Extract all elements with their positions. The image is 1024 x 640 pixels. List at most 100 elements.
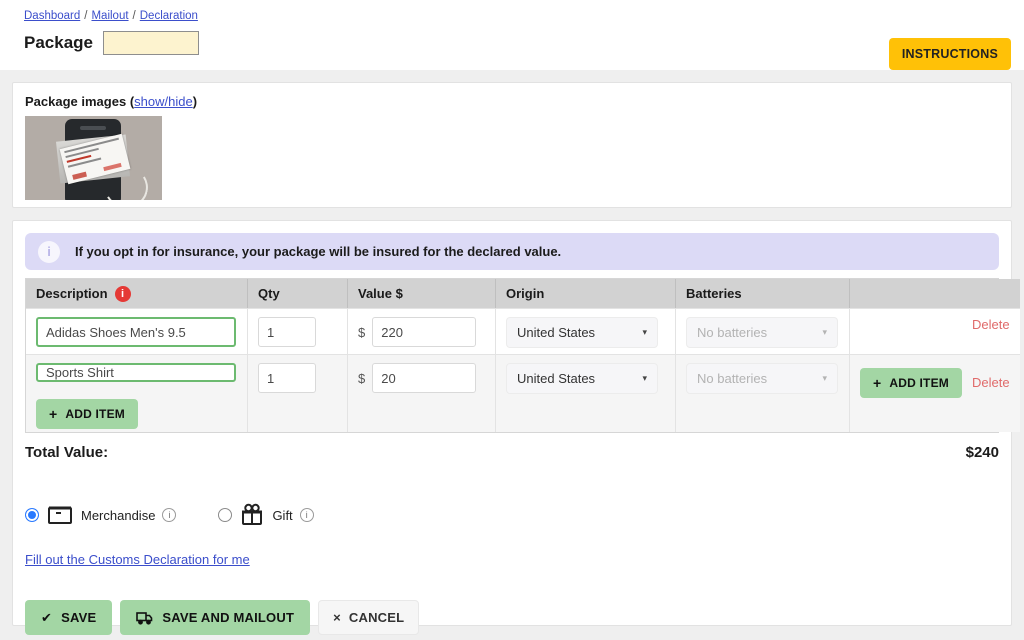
insurance-info-banner: i If you opt in for insurance, your pack…	[25, 233, 999, 270]
paren-close: )	[193, 94, 197, 109]
total-value-row: Total Value: $240	[25, 444, 999, 461]
package-images-label-text: Package images	[25, 94, 126, 109]
table-row-1-batteries-cell: No batteries ▾	[676, 308, 850, 354]
page-title: Package	[24, 33, 93, 53]
table-row-2-actions-cell: + ADD ITEM Delete	[850, 354, 1020, 432]
autofill-customs-declaration-link[interactable]: Fill out the Customs Declaration for me	[25, 552, 250, 567]
value-input-row1[interactable]	[372, 317, 476, 347]
table-row-2-value-cell: $	[348, 354, 496, 432]
table-row-1-value-cell: $	[348, 308, 496, 354]
save-and-mailout-button[interactable]: SAVE AND MAILOUT	[120, 600, 310, 635]
package-images-label: Package images (show/hide)	[25, 94, 999, 109]
breadcrumb: Dashboard / Mailout / Declaration	[24, 10, 1000, 22]
breadcrumb-separator: /	[133, 10, 136, 22]
table-row-1-actions-cell: Delete	[850, 308, 1020, 354]
merchandise-info-icon[interactable]: i	[162, 508, 176, 522]
merchandise-option[interactable]: Merchandise i	[25, 504, 176, 526]
breadcrumb-link-mailout[interactable]: Mailout	[91, 10, 128, 22]
table-row-2-qty-cell	[248, 354, 348, 432]
gift-option[interactable]: Gift i	[218, 503, 313, 527]
chevron-down-icon: ▾	[822, 373, 827, 384]
description-required-info-icon[interactable]: i	[115, 286, 131, 302]
check-icon: ✔	[41, 610, 52, 626]
add-item-button-bottom[interactable]: + ADD ITEM	[36, 399, 138, 429]
table-row-2-origin-cell: United States ▾	[496, 354, 676, 432]
delete-item-link-row2[interactable]: Delete	[972, 375, 1010, 390]
header-origin: Origin	[496, 279, 676, 308]
delete-item-link-row1[interactable]: Delete	[972, 317, 1010, 332]
merchandise-box-icon	[46, 504, 74, 526]
total-value-label: Total Value:	[25, 444, 108, 461]
header-batteries-label: Batteries	[686, 286, 742, 301]
insurance-banner-text: If you opt in for insurance, your packag…	[75, 244, 561, 259]
header-value-label: Value $	[358, 286, 403, 301]
mailout-truck-icon	[136, 611, 153, 625]
batteries-select-row1[interactable]: No batteries ▾	[686, 317, 838, 348]
add-item-button-row2[interactable]: + ADD ITEM	[860, 368, 962, 398]
currency-symbol: $	[358, 325, 365, 340]
origin-select-row1-value: United States	[517, 325, 595, 340]
add-item-label: ADD ITEM	[889, 376, 949, 390]
save-button[interactable]: ✔ SAVE	[25, 600, 112, 635]
declaration-panel: i If you opt in for insurance, your pack…	[12, 220, 1012, 626]
photo-label-stamp	[72, 172, 87, 180]
gift-label: Gift	[272, 508, 292, 523]
batteries-select-row2-value: No batteries	[697, 371, 767, 386]
header-qty-label: Qty	[258, 286, 280, 301]
instructions-button[interactable]: INSTRUCTIONS	[889, 38, 1011, 70]
cancel-button[interactable]: × CANCEL	[318, 600, 419, 635]
qty-input-row2[interactable]	[258, 363, 316, 393]
batteries-select-row2[interactable]: No batteries ▾	[686, 363, 838, 394]
package-photo-thumbnail[interactable]	[25, 116, 162, 200]
header-description: Description i	[26, 279, 248, 308]
breadcrumb-separator: /	[84, 10, 87, 22]
breadcrumb-link-dashboard[interactable]: Dashboard	[24, 10, 80, 22]
table-row-1-origin-cell: United States ▾	[496, 308, 676, 354]
batteries-select-row1-value: No batteries	[697, 325, 767, 340]
close-icon: ×	[333, 610, 341, 625]
origin-select-row1[interactable]: United States ▾	[506, 317, 658, 348]
package-number-input[interactable]	[103, 31, 199, 55]
package-title-row: Package	[24, 31, 1000, 55]
gift-info-icon[interactable]: i	[300, 508, 314, 522]
table-row-2-batteries-cell: No batteries ▾	[676, 354, 850, 432]
chevron-down-icon: ▾	[642, 327, 647, 338]
save-and-mailout-label: SAVE AND MAILOUT	[162, 610, 294, 625]
description-input-row1[interactable]	[36, 317, 236, 347]
header-actions	[850, 279, 1020, 308]
qty-input-row1[interactable]	[258, 317, 316, 347]
package-images-panel: Package images (show/hide)	[12, 82, 1012, 208]
show-hide-link[interactable]: show/hide	[134, 94, 193, 109]
top-bar: Dashboard / Mailout / Declaration Package IN…	[0, 0, 1024, 70]
breadcrumb-link-declaration[interactable]: Declaration	[140, 10, 198, 22]
origin-select-row2-value: United States	[517, 371, 595, 386]
merchandise-label: Merchandise	[81, 508, 155, 523]
value-input-row2[interactable]	[372, 363, 476, 393]
origin-select-row2[interactable]: United States ▾	[506, 363, 658, 394]
declaration-items-table: Description i Qty Value $ Origin Batteri…	[25, 278, 999, 433]
cancel-button-label: CANCEL	[349, 610, 404, 625]
table-row-1-qty-cell	[248, 308, 348, 354]
header-batteries: Batteries	[676, 279, 850, 308]
table-row-2-description-cell: + ADD ITEM	[26, 354, 248, 432]
header-value: Value $	[348, 279, 496, 308]
total-value-amount: $240	[966, 444, 999, 461]
gift-radio[interactable]	[218, 508, 232, 522]
table-row-1-description-cell	[26, 308, 248, 354]
save-button-label: SAVE	[61, 610, 96, 625]
add-item-label: ADD ITEM	[65, 407, 125, 421]
photo-detail	[80, 126, 106, 130]
merchandise-radio[interactable]	[25, 508, 39, 522]
gift-icon	[239, 503, 265, 527]
plus-icon: +	[49, 407, 57, 421]
currency-symbol: $	[358, 371, 365, 386]
plus-icon: +	[873, 376, 881, 390]
header-description-label: Description	[36, 286, 108, 301]
info-icon: i	[38, 241, 60, 263]
header-qty: Qty	[248, 279, 348, 308]
chevron-down-icon: ▾	[822, 327, 827, 338]
description-input-row2[interactable]	[36, 363, 236, 382]
package-type-options: Merchandise i Gift i	[25, 503, 999, 527]
form-actions-bar: ✔ SAVE SAVE AND MAILOUT × CANCEL	[25, 600, 999, 635]
header-origin-label: Origin	[506, 286, 544, 301]
